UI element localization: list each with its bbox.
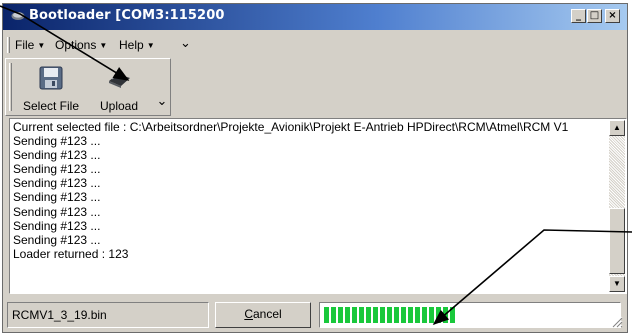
toolbar: Select File Upload ⌄ <box>5 58 171 116</box>
cancel-label: Cancel <box>244 307 282 321</box>
minimize-button[interactable]: _ <box>571 9 586 23</box>
progress-block <box>359 307 364 323</box>
menu-options[interactable]: Options ▼ <box>55 38 107 52</box>
app-chip-icon <box>11 12 25 20</box>
progress-block <box>436 307 441 323</box>
select-file-button[interactable]: Select File <box>16 61 86 115</box>
log-textbox[interactable]: Current selected file : C:\Arbeitsordner… <box>9 118 627 294</box>
chevron-down-icon: ▼ <box>99 41 108 50</box>
progress-block <box>450 307 455 323</box>
chevron-down-icon: ▼ <box>37 41 46 50</box>
select-file-label: Select File <box>22 99 80 113</box>
bootloader-window: Bootloader [COM3:115200 _ □ × File ▼ Opti… <box>2 3 628 333</box>
log-line: Sending #123 ... <box>13 176 101 191</box>
progress-block <box>429 307 434 323</box>
floppy-disk-icon <box>39 66 63 90</box>
progress-block <box>345 307 350 323</box>
scroll-down-button[interactable]: ▼ <box>609 276 625 292</box>
menubar-overflow-button[interactable]: ⌄ <box>180 35 191 51</box>
progress-block <box>324 307 329 323</box>
title-bar[interactable]: Bootloader [COM3:115200 _ □ × <box>3 4 627 30</box>
menu-options-label: Options <box>55 38 97 52</box>
menu-help-label: Help <box>119 38 144 52</box>
log-line: Current selected file : C:\Arbeitsordner… <box>13 120 569 134</box>
log-line: Sending #123 ... <box>13 232 101 247</box>
progress-block <box>415 307 420 323</box>
progress-block <box>380 307 385 323</box>
status-filename: RCMV1_3_19.bin <box>12 308 107 322</box>
maximize-button[interactable]: □ <box>587 9 602 23</box>
upload-button[interactable]: Upload <box>88 61 150 115</box>
log-line: Sending #123 ... <box>13 162 101 177</box>
log-line: Sending #123 ... <box>13 218 101 233</box>
progress-block <box>408 307 413 323</box>
upload-label: Upload <box>99 99 139 113</box>
progress-block <box>387 307 392 323</box>
log-line: Sending #123 ... <box>13 134 101 149</box>
window-title: Bootloader [COM3:115200 <box>29 8 225 23</box>
close-button[interactable]: × <box>605 9 620 23</box>
toolbar-overflow-button[interactable]: ⌄ <box>156 93 168 111</box>
progress-block <box>373 307 378 323</box>
progress-block <box>422 307 427 323</box>
progress-block <box>401 307 406 323</box>
progress-block <box>394 307 399 323</box>
menubar-grip[interactable] <box>7 37 10 53</box>
progress-block <box>443 307 448 323</box>
progress-block <box>338 307 343 323</box>
status-filename-panel: RCMV1_3_19.bin <box>7 302 209 328</box>
chevron-down-icon: ▼ <box>146 41 155 50</box>
chip-upload-icon <box>109 74 130 88</box>
progress-fill <box>324 307 461 323</box>
status-bar: RCMV1_3_19.bin Cancel <box>5 300 625 330</box>
log-line: Sending #123 ... <box>13 148 101 163</box>
log-line: Loader returned : 123 <box>13 246 129 261</box>
log-line: Sending #123 ... <box>13 204 101 219</box>
menu-file[interactable]: File ▼ <box>15 38 45 52</box>
scroll-thumb[interactable] <box>609 208 625 274</box>
cancel-button[interactable]: Cancel <box>215 302 311 328</box>
menu-file-label: File <box>15 38 35 52</box>
upload-progress-bar <box>319 302 621 328</box>
progress-block <box>331 307 336 323</box>
toolbar-grip[interactable] <box>9 63 12 111</box>
progress-block <box>366 307 371 323</box>
log-scrollbar[interactable]: ▲ ▼ <box>609 120 625 292</box>
scroll-up-button[interactable]: ▲ <box>609 120 625 136</box>
resize-grip-icon[interactable] <box>611 316 623 328</box>
log-line: Sending #123 ... <box>13 190 101 205</box>
menu-bar: File ▼ Options ▼ Help ▼ ⌄ <box>3 34 627 56</box>
log-lines: Current selected file : C:\Arbeitsordner… <box>13 120 603 261</box>
menu-help[interactable]: Help ▼ <box>119 38 155 52</box>
progress-block <box>352 307 357 323</box>
